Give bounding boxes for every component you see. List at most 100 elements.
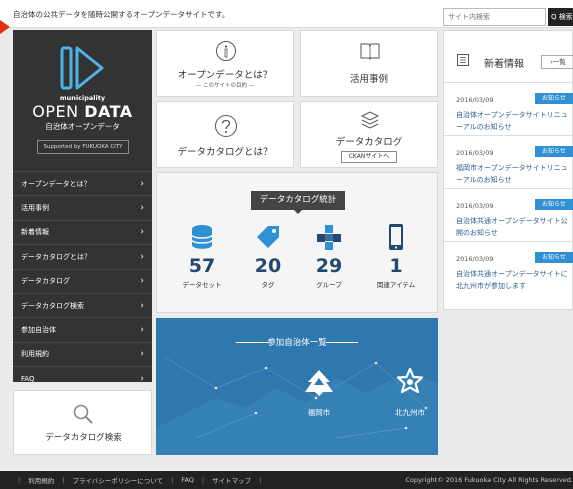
- footer-links: | 利用規約 | プライバシーポリシーについて | FAQ | サイトマップ |: [10, 471, 269, 489]
- catalog-search-box[interactable]: データカタログ検索: [13, 390, 152, 455]
- sidebar-item-catalog-about[interactable]: データカタログとは？ ›: [13, 244, 152, 268]
- kitakyushu-emblem-icon[interactable]: [394, 367, 426, 399]
- sidebar-item-label: 参加自治体: [21, 326, 56, 335]
- site-search-button[interactable]: Q 検索: [548, 8, 573, 26]
- news-item[interactable]: 2016/03/09 お知らせ 福岡市オープンデータサイトリニューアルのお知らせ: [444, 136, 573, 189]
- logo-main-text: OPEN DATA: [13, 102, 152, 121]
- newspaper-icon: [457, 54, 469, 66]
- news-item[interactable]: 2016/03/09 お知らせ 自治体オープンデータサイトリニューアルのお知らせ: [444, 83, 573, 136]
- stat-datasets-value: 57: [188, 255, 216, 277]
- news-title: 新着情報: [484, 59, 524, 70]
- footer-separator: |: [18, 476, 21, 484]
- sidebar-item-label: FAQ: [21, 374, 35, 383]
- card-title: オープンデータとは？: [177, 70, 273, 81]
- news-link[interactable]: 自治体共通オープンデータサイト公開のお知らせ: [456, 215, 572, 239]
- news-badge: お知らせ: [535, 93, 573, 104]
- stat-datasets-label: データセット: [182, 281, 222, 289]
- pointer-arrow-icon: [0, 20, 10, 34]
- news-link[interactable]: 自治体オープンデータサイトリニューアルのお知らせ: [456, 109, 572, 133]
- news-date: 2016/03/09: [456, 202, 494, 210]
- sidebar-item-faq[interactable]: FAQ ›: [13, 366, 152, 390]
- stat-groups-label: グループ: [316, 281, 342, 289]
- municipality-fukuoka[interactable]: 福岡市: [289, 407, 349, 418]
- card-subtitle: — このサイトの目的 —: [195, 83, 255, 89]
- logo-data-text: DATA: [84, 102, 133, 121]
- news-panel: 新着情報 ›一覧 2016/03/09 お知らせ 自治体オープンデータサイトリニ…: [443, 30, 573, 310]
- sidebar-item-label: データカタログ: [21, 277, 70, 286]
- group-icon: [317, 225, 341, 250]
- sidebar-item-label: データカタログ検索: [21, 301, 84, 310]
- chevron-right-icon: ›: [140, 178, 144, 189]
- footer-link-privacy[interactable]: プライバシーポリシーについて: [72, 475, 163, 485]
- municipalities-title: 参加自治体一覧: [267, 338, 327, 348]
- chevron-right-icon: ›: [140, 300, 144, 311]
- card-title: データカタログとは？: [177, 147, 273, 158]
- logo-open-text: OPEN: [32, 102, 85, 121]
- site-search-input[interactable]: [443, 8, 546, 26]
- news-badge: お知らせ: [535, 199, 573, 210]
- phone-icon: [389, 224, 403, 250]
- news-date: 2016/03/09: [456, 255, 494, 263]
- news-list-button[interactable]: ›一覧: [541, 55, 573, 69]
- sidebar-nav: オープンデータとは？ › 活用事例 › 新着情報 › データカタログとは？ › データカ…: [13, 171, 152, 391]
- catalog-search-label: データカタログ検索: [45, 433, 122, 443]
- news-badge: お知らせ: [535, 146, 573, 157]
- footer-link-terms[interactable]: 利用規約: [28, 475, 54, 485]
- news-list-label: 一覧: [552, 58, 566, 66]
- news-date: 2016/03/09: [456, 149, 494, 157]
- stats-title: データカタログ統計: [251, 191, 345, 214]
- sidebar-item-label: オープンデータとは？: [21, 179, 91, 188]
- sidebar-item-label: 活用事例: [21, 204, 49, 213]
- fukuoka-emblem-icon[interactable]: [302, 368, 336, 398]
- sidebar-item-cases[interactable]: 活用事例 ›: [13, 195, 152, 219]
- sidebar-item-terms[interactable]: 利用規約 ›: [13, 341, 152, 366]
- sidebar-item-news[interactable]: 新着情報 ›: [13, 219, 152, 244]
- chevron-right-icon: ›: [140, 325, 144, 336]
- open-data-logo-icon: [60, 46, 104, 90]
- divider: [326, 342, 358, 343]
- sidebar-item-catalog[interactable]: データカタログ ›: [13, 268, 152, 293]
- stat-related-label: 関連アイテム: [376, 281, 416, 289]
- chevron-right-icon: ›: [140, 373, 144, 384]
- catalog-stats-panel: データカタログ統計 57 20 29 1 データセット タグ グループ 関連アイ…: [156, 172, 438, 313]
- footer-separator: |: [201, 476, 205, 484]
- card-title: データカタログ: [335, 137, 403, 148]
- news-date: 2016/03/09: [456, 96, 494, 104]
- footer-link-sitemap[interactable]: サイトマップ: [212, 475, 251, 485]
- card-use-cases[interactable]: 活用事例: [300, 30, 438, 97]
- site-tagline: 自治体の公共データを随時公開するオープンデータサイトです。: [13, 10, 230, 19]
- sidebar-item-municipalities[interactable]: 参加自治体 ›: [13, 317, 152, 341]
- ckan-link-button[interactable]: CKANサイトへ: [341, 151, 397, 163]
- card-catalog-about[interactable]: データカタログとは？: [156, 101, 294, 168]
- news-link[interactable]: 福岡市オープンデータサイトリニューアルのお知らせ: [456, 162, 572, 186]
- chevron-right-icon: ›: [140, 251, 144, 262]
- news-link[interactable]: 自治体共通オープンデータサイトに北九州市が参加します: [456, 268, 572, 292]
- database-icon: [191, 225, 213, 249]
- municipality-kitakyushu[interactable]: 北九州市: [380, 407, 438, 418]
- sidebar-item-about[interactable]: オープンデータとは？ ›: [13, 171, 152, 195]
- chevron-right-icon: ›: [140, 203, 144, 214]
- chevron-right-icon: ›: [140, 227, 144, 238]
- sidebar-item-label: 利用規約: [21, 350, 49, 359]
- news-header: 新着情報 ›一覧: [444, 31, 573, 83]
- site-logo[interactable]: municipality OPEN DATA 自治体オープンデータ Suppor…: [13, 30, 152, 166]
- search-icon: [73, 404, 93, 424]
- sidebar-item-catalog-search[interactable]: データカタログ検索 ›: [13, 292, 152, 317]
- footer: | 利用規約 | プライバシーポリシーについて | FAQ | サイトマップ |…: [0, 471, 573, 489]
- logo-small-text: municipality: [59, 94, 106, 102]
- card-data-catalog[interactable]: データカタログ CKANサイトへ: [300, 101, 438, 168]
- news-badge: お知らせ: [535, 252, 573, 263]
- stat-tags-value: 20: [254, 255, 282, 277]
- chevron-right-icon: ›: [140, 276, 144, 287]
- sidebar: municipality OPEN DATA 自治体オープンデータ Suppor…: [13, 30, 152, 384]
- card-about-open-data[interactable]: オープンデータとは？ — このサイトの目的 —: [156, 30, 294, 97]
- footer-separator: |: [171, 476, 174, 484]
- footer-link-faq[interactable]: FAQ: [181, 476, 194, 484]
- card-title: 活用事例: [349, 74, 388, 85]
- question-icon: [215, 115, 237, 137]
- municipalities-panel: 参加自治体一覧 福岡市 北九州市: [156, 318, 438, 455]
- chevron-right-icon: ›: [140, 349, 144, 360]
- news-item[interactable]: 2016/03/09 お知らせ 自治体共通オープンデータサイト公開のお知らせ: [444, 189, 573, 242]
- tag-icon: [257, 226, 279, 248]
- news-item[interactable]: 2016/03/09 お知らせ 自治体共通オープンデータサイトに北九州市が参加し…: [444, 242, 573, 295]
